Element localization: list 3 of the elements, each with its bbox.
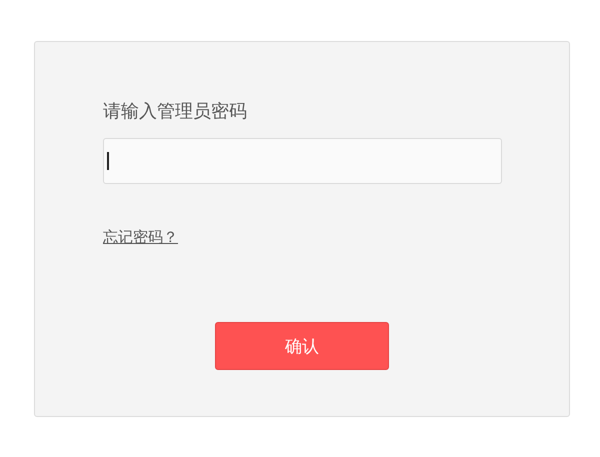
password-label: 请输入管理员密码	[103, 100, 247, 124]
forgot-password-link[interactable]: 忘记密码？	[103, 228, 178, 247]
password-field[interactable]	[103, 138, 502, 184]
